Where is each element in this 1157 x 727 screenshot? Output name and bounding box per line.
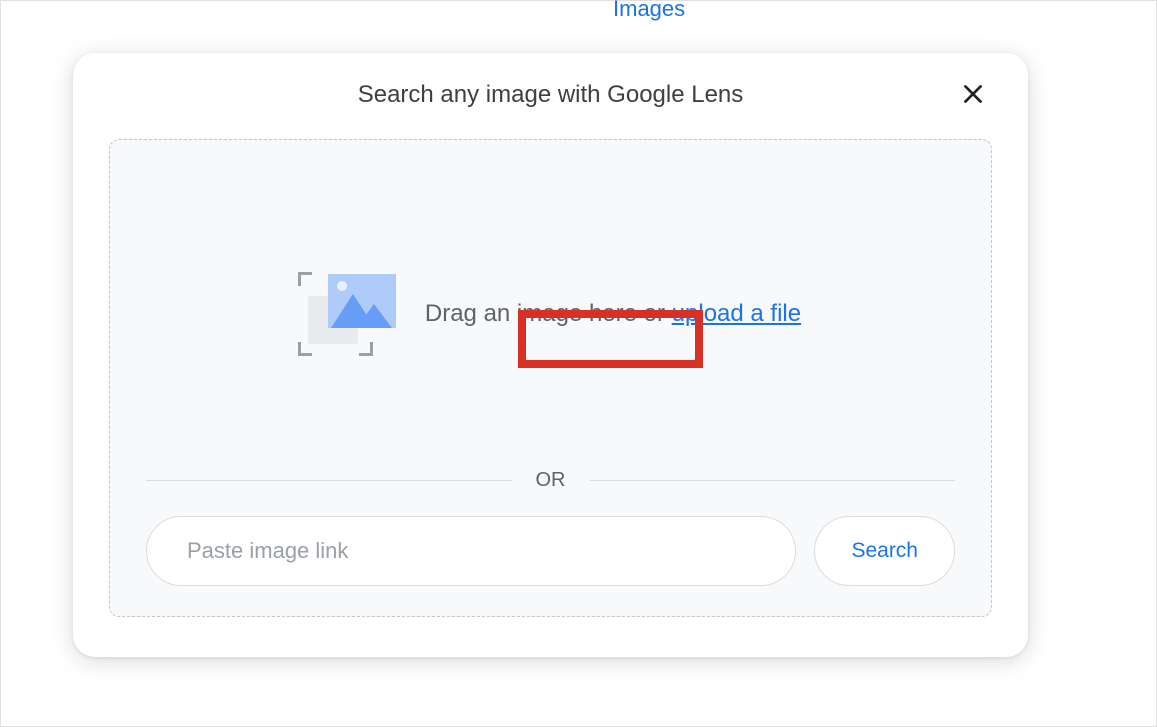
google-lens-dialog: Search any image with Google Lens: [73, 53, 1028, 657]
close-button[interactable]: [958, 79, 988, 109]
separator-line-right: [590, 480, 956, 481]
upload-file-link[interactable]: upload a file: [672, 300, 801, 327]
images-nav-link[interactable]: Images: [613, 0, 685, 22]
search-button[interactable]: Search: [814, 516, 955, 586]
separator-line-left: [146, 480, 512, 481]
dialog-header: Search any image with Google Lens: [109, 81, 992, 109]
separator: OR: [146, 469, 955, 492]
drag-area: Drag an image here or upload a file: [146, 170, 955, 457]
close-icon: [960, 81, 986, 107]
drop-zone[interactable]: Drag an image here or upload a file OR S…: [109, 139, 992, 617]
url-input-row: Search: [146, 516, 955, 586]
drag-instruction: Drag an image here or upload a file: [425, 300, 801, 328]
image-url-input[interactable]: [146, 516, 796, 586]
image-upload-icon: [300, 274, 395, 354]
dialog-title: Search any image with Google Lens: [358, 81, 744, 109]
drag-text-prefix: Drag an image here or: [425, 300, 672, 327]
or-label: OR: [536, 469, 566, 492]
